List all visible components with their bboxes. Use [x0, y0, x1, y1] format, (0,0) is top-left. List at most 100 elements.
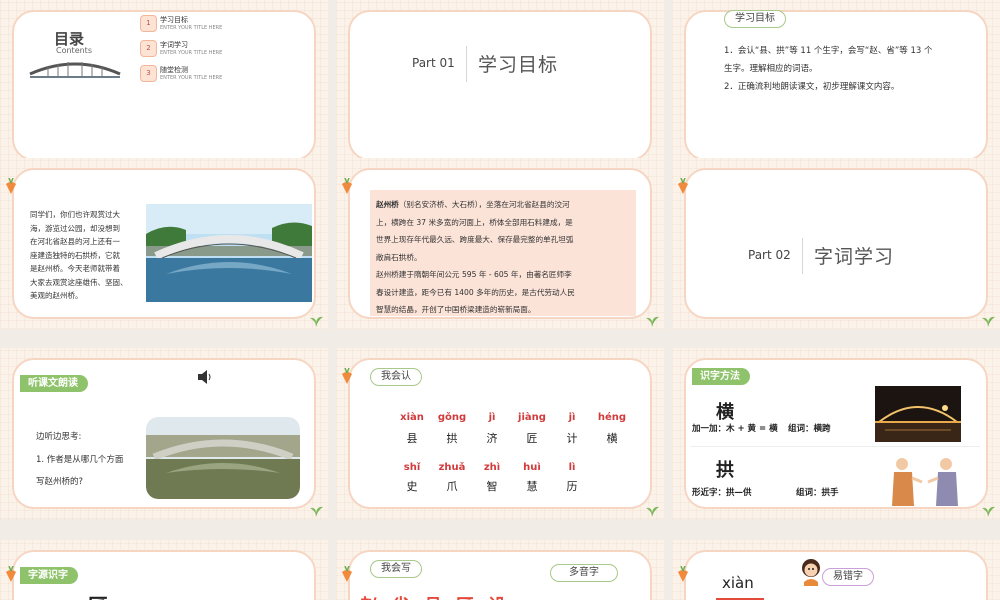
write-char: 赵 [360, 592, 378, 600]
slide-frame: 我会写 多音字 赵 省 县 匠 设 [348, 550, 652, 600]
part-title: 字词学习 [814, 246, 895, 268]
section-tag: 易错字 [822, 568, 874, 586]
pinyin: jì [488, 412, 496, 423]
write-char: 省 [392, 592, 410, 600]
section-tag: 学习目标 [724, 10, 786, 28]
slide-thumbnail-9[interactable]: 识字方法 横 加一加：木 + 黄 = 横 组词：横跨 拱 形近字：拱—供 组词：… [672, 348, 1000, 519]
desc-line: 敞肩石拱桥。 [376, 252, 422, 262]
slide-thumbnail-5[interactable]: 赵州桥（别名安济桥、大石桥），坐落在河北省赵县的洨河 上，横跨在 37 米多宽的… [336, 158, 664, 329]
slide-thumbnail-7[interactable]: 听课文朗读 边听边思考: 1. 作者是从哪几个方面 写赵州桥的? [0, 348, 328, 519]
part-label: Part 02 [748, 248, 791, 262]
question-line-2: 写赵州桥的? [36, 477, 84, 487]
desc-line: 上，横跨在 37 米多宽的河面上，桥体全部用石料建成，是 [376, 217, 573, 227]
hanzi: 史 [406, 480, 418, 493]
slide-thumbnail-6[interactable]: Part 02 字词学习 [672, 158, 1000, 329]
objective-line-3: 2．正确流利地朗读课文，初步理解课文内容。 [724, 82, 900, 92]
bridge-name: 赵州桥 [376, 200, 399, 209]
carrot-icon [6, 566, 16, 582]
slide-frame: Part 01 学习目标 [348, 10, 652, 161]
slide-frame: 听课文朗读 边听边思考: 1. 作者是从哪几个方面 写赵州桥的? [12, 358, 316, 509]
toc-item-label: 字词学习 [160, 41, 188, 49]
pinyin: zhuǎ [438, 462, 466, 473]
write-char: 县 [424, 592, 442, 600]
slide-thumbnail-10[interactable]: 字源识字 匠 [0, 540, 328, 600]
toc-num-badge: 2 [140, 40, 157, 57]
toc-item-sub: ENTER YOUR TITLE HERE [160, 75, 223, 81]
hanzi: 拱 [446, 432, 458, 445]
intro-line: 大家去观赏这座雄伟、坚固、 [30, 277, 128, 287]
girl-cartoon-icon [802, 559, 820, 586]
pinyin: huì [523, 462, 541, 473]
part-title: 学习目标 [478, 54, 559, 76]
pinyin: xiàn [400, 412, 424, 423]
slide-frame: 目录 Contents 1 学习目标 ENTER YOUR TITLE HERE… [12, 10, 316, 161]
section-tag: 我会写 [370, 560, 422, 578]
section-tag: 听课文朗读 [20, 375, 88, 392]
section-tag: 我会认 [370, 368, 422, 386]
part-divider [466, 46, 467, 82]
slide-thumbnail-4[interactable]: 同学们，你们也许观赏过大 海，游览过公园，却没想到 在河北省赵县的河上还有一 座… [0, 158, 328, 329]
hanzi: 匠 [526, 432, 538, 445]
objective-line-2: 生字。理解相应的词语。 [724, 64, 818, 74]
toc-num-badge: 3 [140, 65, 157, 82]
slide-thumbnail-2[interactable]: Part 01 学习目标 [336, 0, 664, 171]
sprout-icon [646, 506, 659, 517]
bridge-illustration [29, 62, 121, 78]
slide-thumbnail-8[interactable]: 我会认 xiàn gǒng jì jiàng jì héng 县 拱 济 匠 计… [336, 348, 664, 519]
slide-frame: 赵州桥（别名安济桥、大石桥），坐落在河北省赵县的洨河 上，横跨在 37 米多宽的… [348, 168, 652, 319]
section-tag-2: 多音字 [550, 564, 618, 582]
slide-frame: 字源识字 匠 [12, 550, 316, 600]
gong-word: 组词：拱手 [796, 488, 839, 498]
hanzi: 济 [486, 432, 498, 445]
section-tag: 字源识字 [20, 567, 78, 584]
desc-line: 春设计建造，距今已有 1400 多年的历史，是古代劳动人民 [376, 287, 575, 297]
slide-thumbnail-1[interactable]: 目录 Contents 1 学习目标 ENTER YOUR TITLE HERE… [0, 0, 328, 171]
intro-line: 是赵州桥。今天老师就带着 [30, 264, 120, 273]
sprout-icon [310, 506, 323, 517]
pinyin-label: xiàn [722, 574, 754, 592]
slide-thumbnail-11[interactable]: 我会写 多音字 赵 省 县 匠 设 [336, 540, 664, 600]
intro-line: 美观的赵州桥。 [30, 291, 83, 300]
slide-thumbnail-3[interactable]: 学习目标 1．会认“县、拱”等 11 个生字，会写“赵、省”等 13 个 生字。… [672, 0, 1000, 171]
hanzi: 智 [486, 480, 498, 493]
pinyin: jiàng [518, 412, 546, 423]
sprout-icon [982, 506, 995, 517]
char-heng: 横 [716, 402, 734, 423]
write-char: 设 [488, 592, 506, 600]
intro-line: 座建造独特的石拱桥，它就 [30, 250, 120, 260]
bridge-description: 赵州桥（别名安济桥、大石桥），坐落在河北省赵县的洨河 上，横跨在 37 米多宽的… [376, 196, 575, 319]
speaker-icon[interactable] [197, 370, 213, 384]
carrot-icon [6, 178, 16, 194]
carrot-icon [342, 566, 352, 582]
slide-frame: 识字方法 横 加一加：木 + 黄 = 横 组词：横跨 拱 形近字：拱—供 组词：… [684, 358, 988, 509]
toc-item-label: 随堂检测 [160, 66, 188, 74]
part-divider [802, 238, 803, 274]
carrot-icon [678, 566, 688, 582]
carrot-icon [678, 178, 688, 194]
objective-line-1: 1．会认“县、拱”等 11 个生字，会写“赵、省”等 13 个 [724, 46, 933, 56]
pinyin: shǐ [403, 462, 421, 473]
bridge-photo [146, 417, 300, 499]
slide-frame: 我会认 xiàn gǒng jì jiàng jì héng 县 拱 济 匠 计… [348, 358, 652, 509]
sprout-icon [310, 316, 323, 327]
intro-text: 同学们，你们也许观赏过大 海，游览过公园，却没想到 在河北省赵县的河上还有一 座… [30, 208, 128, 303]
toc-subtitle: Contents [56, 46, 92, 55]
pinyin: jì [568, 412, 576, 423]
hanzi: 慧 [526, 480, 538, 493]
two-men-bowing-illustration [892, 458, 958, 506]
zhaozhou-bridge-photo [146, 204, 312, 302]
listen-prompt: 边听边思考: [36, 432, 82, 442]
pinyin: héng [597, 412, 627, 423]
slide-thumbnail-12[interactable]: xiàn 易错字 [672, 540, 1000, 600]
toc-item-sub: ENTER YOUR TITLE HERE [160, 50, 223, 56]
carrot-icon [342, 368, 352, 384]
heng-word: 组词：横跨 [788, 424, 831, 434]
hanzi: 历 [566, 480, 578, 493]
sprout-icon [646, 316, 659, 327]
toc-item-sub: ENTER YOUR TITLE HERE [160, 25, 223, 31]
hanzi: 横 [606, 432, 618, 445]
intro-line: 海，游览过公园，却没想到 [30, 223, 120, 233]
section-tag: 识字方法 [692, 368, 750, 385]
source-char: 匠 [88, 590, 108, 600]
hanzi: 爪 [446, 480, 458, 493]
